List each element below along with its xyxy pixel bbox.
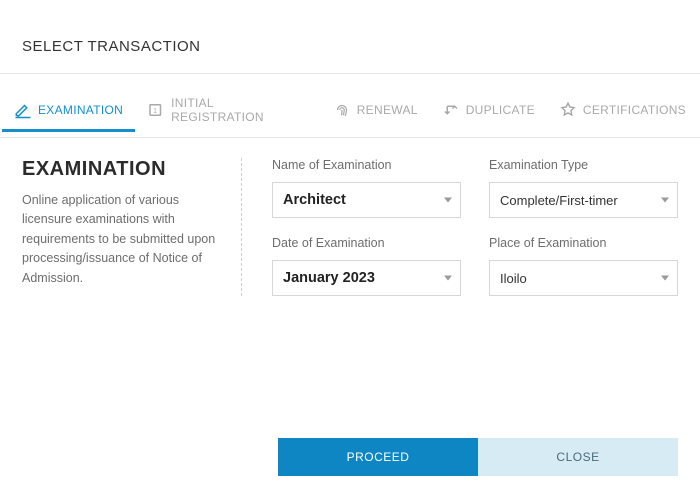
field-date-of-examination: Date of Examination January 2023 [272,236,461,296]
select-value: January 2023 [283,270,375,286]
tab-duplicate[interactable]: DUPLICATE [430,93,547,132]
chevron-down-icon [444,198,452,203]
label-name-of-examination: Name of Examination [272,158,461,172]
content: EXAMINATION Online application of variou… [22,158,678,296]
select-place-of-examination[interactable]: Iloilo [489,260,678,296]
proceed-button[interactable]: PROCEED [278,438,478,476]
panel-info: EXAMINATION Online application of variou… [22,158,242,296]
id-card-icon: 1 [147,101,165,119]
chevron-down-icon [444,276,452,281]
panel-description: Online application of various licensure … [22,191,223,288]
page-title: SELECT TRANSACTION [22,38,678,55]
label-place-of-examination: Place of Examination [489,236,678,250]
label-examination-type: Examination Type [489,158,678,172]
tab-certifications[interactable]: CERTIFICATIONS [547,93,698,132]
tab-label: INITIAL REGISTRATION [171,96,309,124]
select-name-of-examination[interactable]: Architect [272,182,461,218]
select-examination-type[interactable]: Complete/First-timer [489,182,678,218]
svg-text:1: 1 [153,106,157,115]
footer: PROCEED CLOSE [0,438,700,476]
select-value: Complete/First-timer [500,193,618,208]
panel-heading: EXAMINATION [22,158,223,181]
form: Name of Examination Architect Examinatio… [242,158,678,296]
tab-label: DUPLICATE [466,103,535,117]
tab-label: EXAMINATION [38,103,123,117]
tabs: EXAMINATION 1 INITIAL REGISTRATION RENEW… [0,88,700,138]
tab-examination[interactable]: EXAMINATION [2,93,135,132]
tab-renewal[interactable]: RENEWAL [321,93,430,132]
tab-initial-registration[interactable]: 1 INITIAL REGISTRATION [135,88,321,137]
tab-label: CERTIFICATIONS [583,103,686,117]
select-date-of-examination[interactable]: January 2023 [272,260,461,296]
star-icon [559,101,577,119]
label-date-of-examination: Date of Examination [272,236,461,250]
field-place-of-examination: Place of Examination Iloilo [489,236,678,296]
chevron-down-icon [661,198,669,203]
divider-top [0,73,700,74]
duplicate-icon [442,101,460,119]
fingerprint-icon [333,101,351,119]
select-value: Iloilo [500,271,527,286]
pencil-icon [14,101,32,119]
tab-label: RENEWAL [357,103,418,117]
field-examination-type: Examination Type Complete/First-timer [489,158,678,218]
close-button[interactable]: CLOSE [478,438,678,476]
field-name-of-examination: Name of Examination Architect [272,158,461,218]
chevron-down-icon [661,276,669,281]
select-value: Architect [283,192,346,208]
